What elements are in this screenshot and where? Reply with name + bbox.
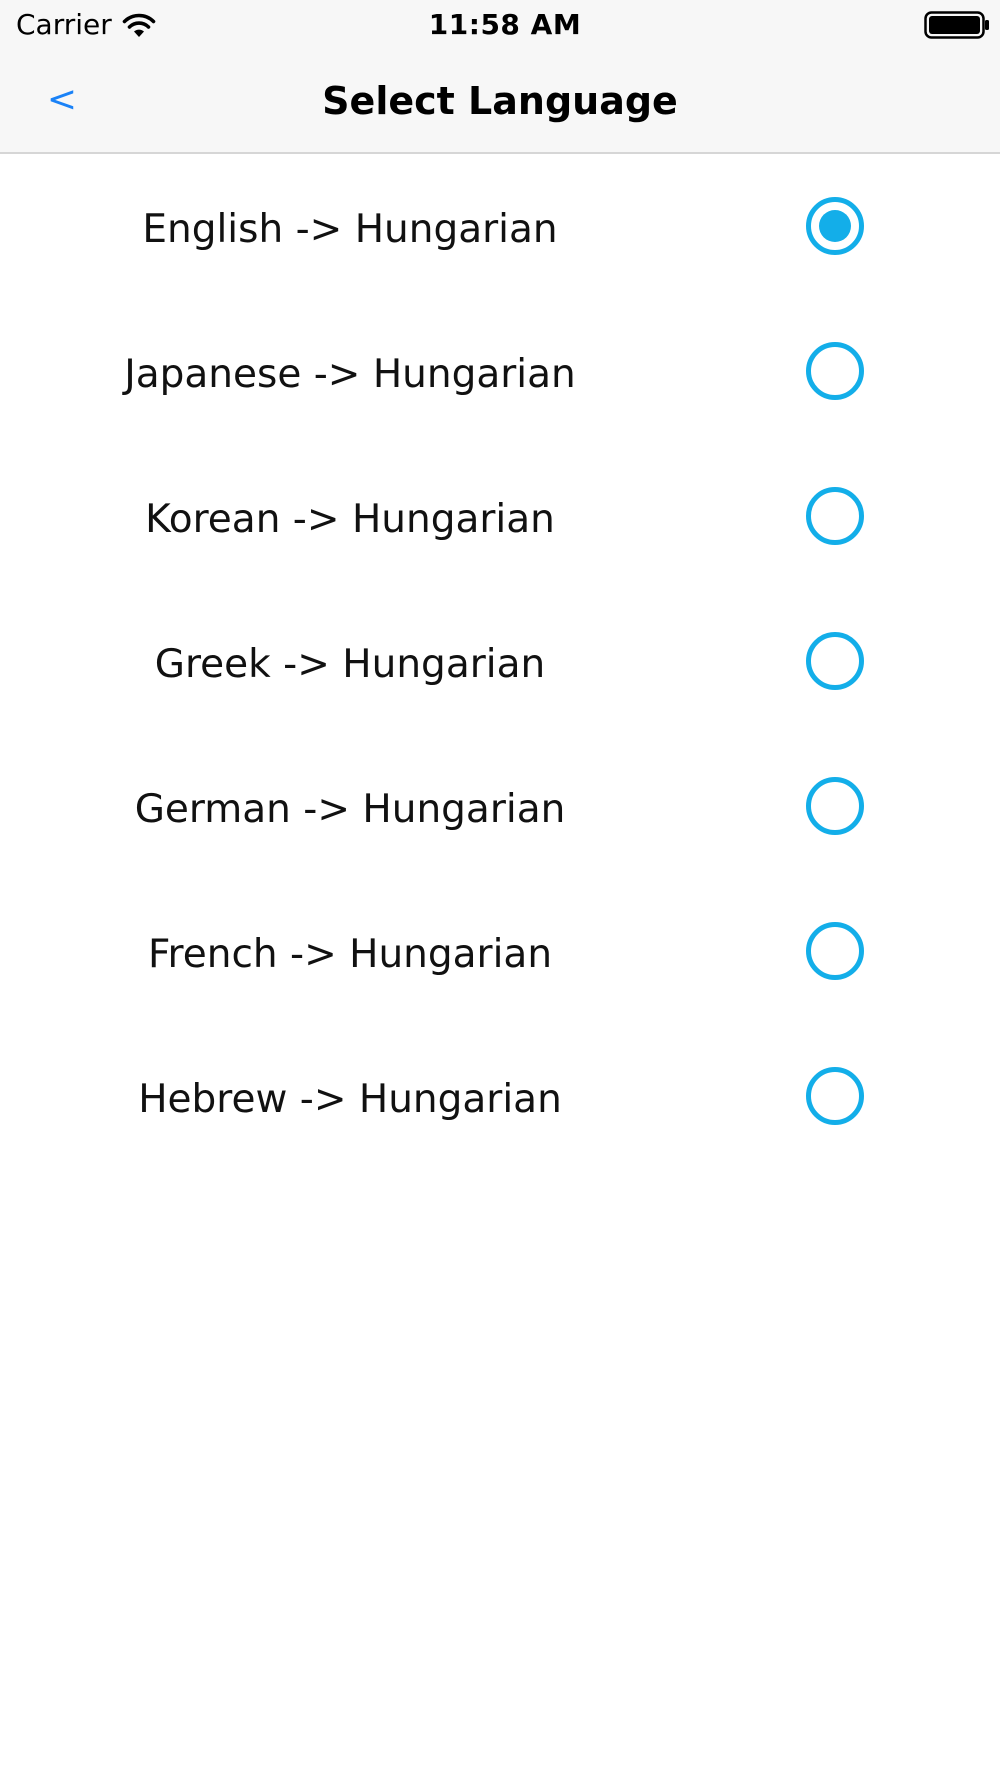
radio-button[interactable]	[806, 197, 864, 255]
language-option[interactable]: Korean -> Hungarian	[0, 445, 1000, 590]
language-option[interactable]: French -> Hungarian	[0, 880, 1000, 1025]
radio-button[interactable]	[806, 922, 864, 980]
language-option-label: English -> Hungarian	[142, 207, 558, 252]
battery-icon	[924, 11, 989, 39]
top-bar: Carrier 11:58 AM < Select Language	[0, 0, 1000, 154]
language-option-label: Korean -> Hungarian	[145, 497, 555, 542]
language-option[interactable]: Hebrew -> Hungarian	[0, 1025, 1000, 1170]
language-option[interactable]: Greek -> Hungarian	[0, 590, 1000, 735]
language-option[interactable]: English -> Hungarian	[0, 155, 1000, 300]
language-option-label: Hebrew -> Hungarian	[138, 1077, 562, 1122]
radio-button[interactable]	[806, 1067, 864, 1125]
navigation-bar: < Select Language	[0, 50, 1000, 154]
language-option[interactable]: German -> Hungarian	[0, 735, 1000, 880]
status-bar: Carrier 11:58 AM	[0, 0, 1000, 50]
radio-button[interactable]	[806, 632, 864, 690]
language-option-label: Greek -> Hungarian	[154, 642, 546, 687]
language-option[interactable]: Japanese -> Hungarian	[0, 300, 1000, 445]
radio-button[interactable]	[806, 487, 864, 545]
language-option-label: Japanese -> Hungarian	[124, 352, 576, 397]
radio-button[interactable]	[806, 342, 864, 400]
language-list: English -> Hungarian Japanese -> Hungari…	[0, 155, 1000, 1170]
radio-selected-dot	[819, 210, 851, 242]
page-title: Select Language	[322, 79, 678, 123]
language-option-label: German -> Hungarian	[134, 787, 566, 832]
language-option-label: French -> Hungarian	[147, 932, 553, 977]
radio-button[interactable]	[806, 777, 864, 835]
status-time: 11:58 AM	[428, 8, 582, 41]
